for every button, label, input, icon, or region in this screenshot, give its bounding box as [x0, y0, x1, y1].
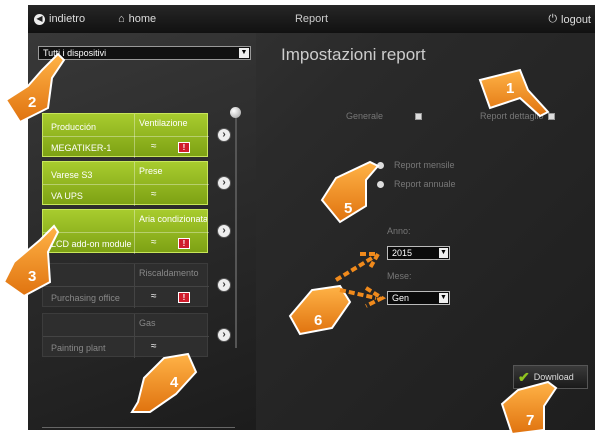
- callout-number-4: 4: [170, 374, 179, 391]
- callout-arrow-3: [2, 224, 60, 298]
- callout-number-5: 5: [344, 200, 353, 217]
- callout-number-7: 7: [526, 412, 535, 429]
- callout-number-6: 6: [314, 312, 323, 329]
- callout-number-1: 1: [506, 80, 515, 97]
- callout-arrow-4: [130, 352, 198, 413]
- callout-arrow-2: [4, 52, 66, 124]
- callout-number-2: 2: [28, 94, 37, 111]
- callout-arrow-6: [288, 252, 387, 336]
- callout-number-3: 3: [28, 268, 37, 285]
- callout-overlay: [2, 52, 558, 436]
